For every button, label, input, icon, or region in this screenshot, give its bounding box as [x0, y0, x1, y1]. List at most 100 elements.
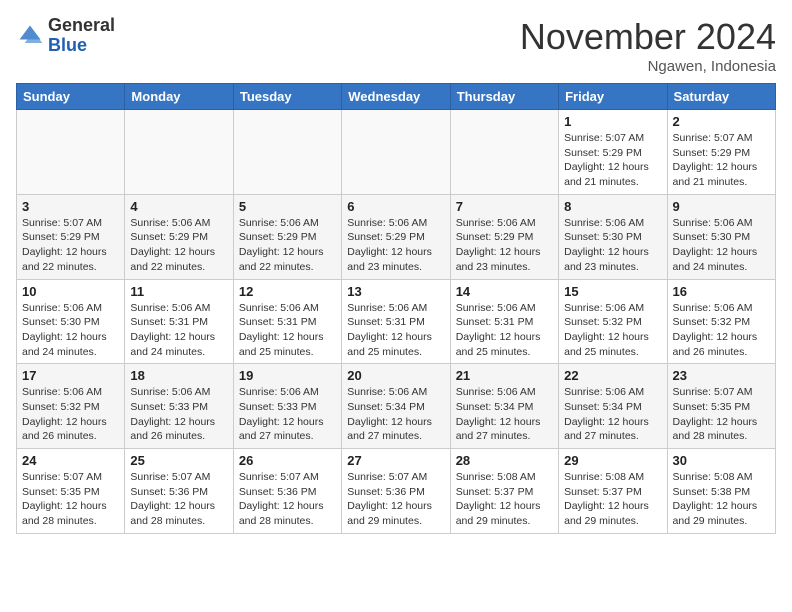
calendar-cell: 14 Sunrise: 5:06 AM Sunset: 5:31 PM Dayli… [450, 279, 558, 364]
calendar-cell: 26Sunrise: 5:07 AM Sunset: 5:36 PM Dayli… [233, 449, 341, 534]
weekday-header-thursday: Thursday [450, 84, 558, 110]
day-number: 17 [22, 368, 119, 383]
day-number: 20 [347, 368, 444, 383]
day-number: 28 [456, 453, 553, 468]
weekday-header-sunday: Sunday [17, 84, 125, 110]
calendar-cell: 8 Sunrise: 5:06 AM Sunset: 5:30 PM Daylig… [559, 194, 667, 279]
calendar-cell: 5Sunrise: 5:06 AM Sunset: 5:29 PM Daylig… [233, 194, 341, 279]
day-info: Sunrise: 5:06 AM Sunset: 5:32 PM Dayligh… [564, 301, 661, 360]
day-number: 11 [130, 284, 227, 299]
week-row-4: 17 Sunrise: 5:06 AM Sunset: 5:32 PM Dayli… [17, 364, 776, 449]
day-info: Sunrise: 5:06 AM Sunset: 5:32 PM Dayligh… [22, 385, 119, 444]
calendar-cell: 11 Sunrise: 5:06 AM Sunset: 5:31 PM Dayli… [125, 279, 233, 364]
day-info: Sunrise: 5:08 AM Sunset: 5:37 PM Dayligh… [456, 470, 553, 529]
week-row-5: 24 Sunrise: 5:07 AM Sunset: 5:35 PM Dayli… [17, 449, 776, 534]
day-number: 21 [456, 368, 553, 383]
day-info: Sunrise: 5:07 AM Sunset: 5:36 PM Dayligh… [130, 470, 227, 529]
weekday-header-wednesday: Wednesday [342, 84, 450, 110]
calendar-cell: 12 Sunrise: 5:06 AM Sunset: 5:31 PM Dayli… [233, 279, 341, 364]
calendar-cell: 3 Sunrise: 5:07 AM Sunset: 5:29 PM Daylig… [17, 194, 125, 279]
calendar-cell: 9Sunrise: 5:06 AM Sunset: 5:30 PM Daylig… [667, 194, 775, 279]
logo-blue-text: Blue [48, 35, 87, 55]
day-number: 25 [130, 453, 227, 468]
weekday-header-tuesday: Tuesday [233, 84, 341, 110]
logo-icon [16, 22, 44, 50]
weekday-header-friday: Friday [559, 84, 667, 110]
day-number: 18 [130, 368, 227, 383]
day-info: Sunrise: 5:07 AM Sunset: 5:29 PM Dayligh… [22, 216, 119, 275]
day-number: 16 [673, 284, 770, 299]
day-info: Sunrise: 5:06 AM Sunset: 5:31 PM Dayligh… [456, 301, 553, 360]
calendar-cell [17, 110, 125, 195]
day-info: Sunrise: 5:08 AM Sunset: 5:38 PM Dayligh… [673, 470, 770, 529]
weekday-header-saturday: Saturday [667, 84, 775, 110]
day-info: Sunrise: 5:06 AM Sunset: 5:31 PM Dayligh… [130, 301, 227, 360]
location-text: Ngawen, Indonesia [520, 58, 776, 75]
day-number: 4 [130, 199, 227, 214]
day-number: 13 [347, 284, 444, 299]
day-number: 3 [22, 199, 119, 214]
calendar-cell [233, 110, 341, 195]
calendar-cell: 7 Sunrise: 5:06 AM Sunset: 5:29 PM Daylig… [450, 194, 558, 279]
day-info: Sunrise: 5:06 AM Sunset: 5:34 PM Dayligh… [564, 385, 661, 444]
day-info: Sunrise: 5:06 AM Sunset: 5:29 PM Dayligh… [456, 216, 553, 275]
day-number: 5 [239, 199, 336, 214]
day-info: Sunrise: 5:06 AM Sunset: 5:29 PM Dayligh… [130, 216, 227, 275]
day-number: 10 [22, 284, 119, 299]
day-number: 8 [564, 199, 661, 214]
day-info: Sunrise: 5:06 AM Sunset: 5:31 PM Dayligh… [239, 301, 336, 360]
day-info: Sunrise: 5:06 AM Sunset: 5:30 PM Dayligh… [22, 301, 119, 360]
day-number: 27 [347, 453, 444, 468]
calendar-cell: 21 Sunrise: 5:06 AM Sunset: 5:34 PM Dayli… [450, 364, 558, 449]
day-info: Sunrise: 5:06 AM Sunset: 5:29 PM Dayligh… [347, 216, 444, 275]
calendar-cell: 1Sunrise: 5:07 AM Sunset: 5:29 PM Daylig… [559, 110, 667, 195]
calendar-cell: 6Sunrise: 5:06 AM Sunset: 5:29 PM Daylig… [342, 194, 450, 279]
calendar-cell: 20 Sunrise: 5:06 AM Sunset: 5:34 PM Dayli… [342, 364, 450, 449]
day-number: 29 [564, 453, 661, 468]
week-row-3: 10 Sunrise: 5:06 AM Sunset: 5:30 PM Dayli… [17, 279, 776, 364]
page-header: General Blue November 2024 Ngawen, Indon… [16, 16, 776, 75]
calendar-cell [125, 110, 233, 195]
day-info: Sunrise: 5:08 AM Sunset: 5:37 PM Dayligh… [564, 470, 661, 529]
day-info: Sunrise: 5:07 AM Sunset: 5:29 PM Dayligh… [564, 131, 661, 190]
day-info: Sunrise: 5:06 AM Sunset: 5:32 PM Dayligh… [673, 301, 770, 360]
day-number: 12 [239, 284, 336, 299]
calendar-cell: 2Sunrise: 5:07 AM Sunset: 5:29 PM Daylig… [667, 110, 775, 195]
calendar-cell: 24 Sunrise: 5:07 AM Sunset: 5:35 PM Dayli… [17, 449, 125, 534]
calendar-cell: 15 Sunrise: 5:06 AM Sunset: 5:32 PM Dayli… [559, 279, 667, 364]
day-number: 24 [22, 453, 119, 468]
logo-general-text: General [48, 15, 115, 35]
calendar-cell: 27Sunrise: 5:07 AM Sunset: 5:36 PM Dayli… [342, 449, 450, 534]
day-number: 7 [456, 199, 553, 214]
calendar-cell: 29 Sunrise: 5:08 AM Sunset: 5:37 PM Dayli… [559, 449, 667, 534]
calendar-cell: 28 Sunrise: 5:08 AM Sunset: 5:37 PM Dayli… [450, 449, 558, 534]
day-number: 9 [673, 199, 770, 214]
day-number: 15 [564, 284, 661, 299]
calendar-cell: 30 Sunrise: 5:08 AM Sunset: 5:38 PM Dayli… [667, 449, 775, 534]
calendar-cell: 19Sunrise: 5:06 AM Sunset: 5:33 PM Dayli… [233, 364, 341, 449]
calendar-cell: 16 Sunrise: 5:06 AM Sunset: 5:32 PM Dayli… [667, 279, 775, 364]
week-row-1: 1Sunrise: 5:07 AM Sunset: 5:29 PM Daylig… [17, 110, 776, 195]
calendar-cell: 4 Sunrise: 5:06 AM Sunset: 5:29 PM Daylig… [125, 194, 233, 279]
logo: General Blue [16, 16, 115, 56]
weekday-header-monday: Monday [125, 84, 233, 110]
calendar-cell: 10 Sunrise: 5:06 AM Sunset: 5:30 PM Dayli… [17, 279, 125, 364]
calendar-cell: 18Sunrise: 5:06 AM Sunset: 5:33 PM Dayli… [125, 364, 233, 449]
calendar-cell: 13Sunrise: 5:06 AM Sunset: 5:31 PM Dayli… [342, 279, 450, 364]
title-block: November 2024 Ngawen, Indonesia [520, 16, 776, 75]
day-number: 22 [564, 368, 661, 383]
day-info: Sunrise: 5:06 AM Sunset: 5:34 PM Dayligh… [347, 385, 444, 444]
day-info: Sunrise: 5:07 AM Sunset: 5:35 PM Dayligh… [22, 470, 119, 529]
day-number: 2 [673, 114, 770, 129]
day-info: Sunrise: 5:07 AM Sunset: 5:35 PM Dayligh… [673, 385, 770, 444]
week-row-2: 3 Sunrise: 5:07 AM Sunset: 5:29 PM Daylig… [17, 194, 776, 279]
day-number: 23 [673, 368, 770, 383]
day-number: 30 [673, 453, 770, 468]
day-info: Sunrise: 5:06 AM Sunset: 5:30 PM Dayligh… [564, 216, 661, 275]
calendar-cell [342, 110, 450, 195]
day-info: Sunrise: 5:06 AM Sunset: 5:34 PM Dayligh… [456, 385, 553, 444]
day-number: 14 [456, 284, 553, 299]
month-title: November 2024 [520, 16, 776, 58]
calendar-cell: 22 Sunrise: 5:06 AM Sunset: 5:34 PM Dayli… [559, 364, 667, 449]
calendar-cell: 23 Sunrise: 5:07 AM Sunset: 5:35 PM Dayli… [667, 364, 775, 449]
